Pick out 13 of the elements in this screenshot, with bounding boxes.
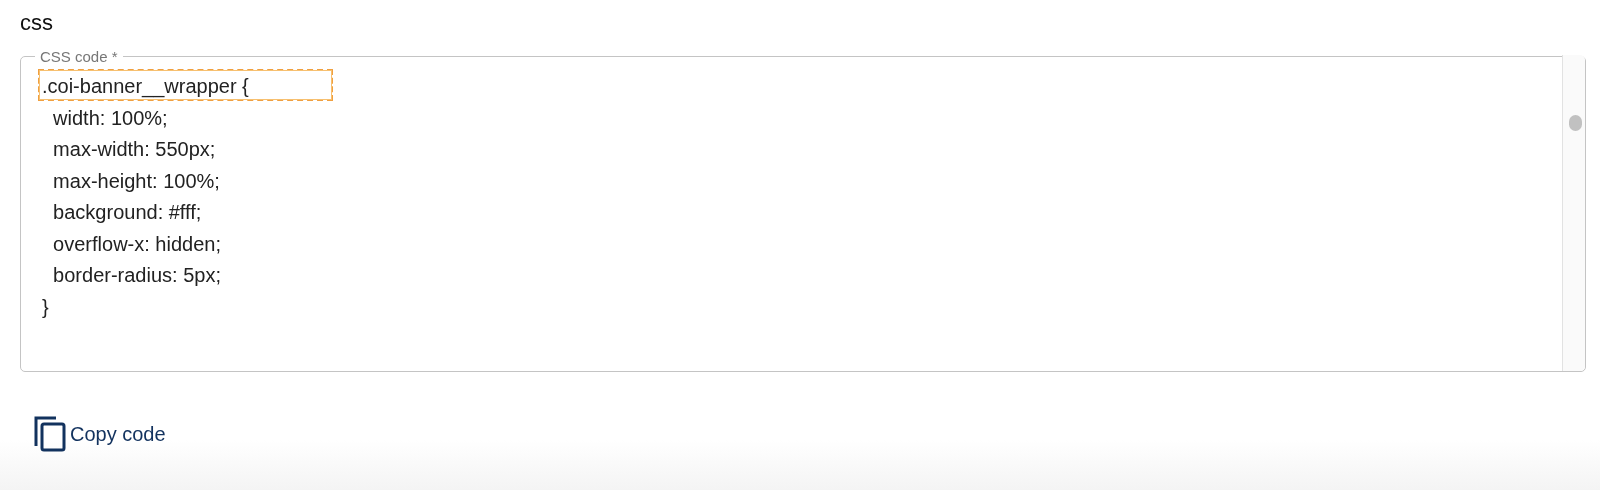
scrollbar-thumb[interactable] (1569, 115, 1582, 131)
copy-code-button[interactable]: Copy code (34, 416, 166, 452)
code-line: max-width: 550px; (52, 137, 217, 162)
code-line: overflow-x: hidden; (52, 231, 222, 257)
section-title: css (20, 9, 54, 37)
code-line: border-radius: 5px; (52, 263, 222, 288)
code-line: max-height: 100%; (52, 168, 221, 194)
code-field[interactable]: CSS code * .coi-banner__wrapper { width: 100%; max-width: 550px; max-height: 100%; background: #fff; overflow-x: hidden; border-radius: 5px; } (20, 48, 1586, 372)
field-label: CSS code * (39, 48, 119, 65)
code-line: background: #fff; (52, 200, 203, 225)
copy-icon (34, 416, 66, 452)
code-line: width: 100%; (52, 105, 169, 131)
code-line: } (41, 294, 50, 320)
